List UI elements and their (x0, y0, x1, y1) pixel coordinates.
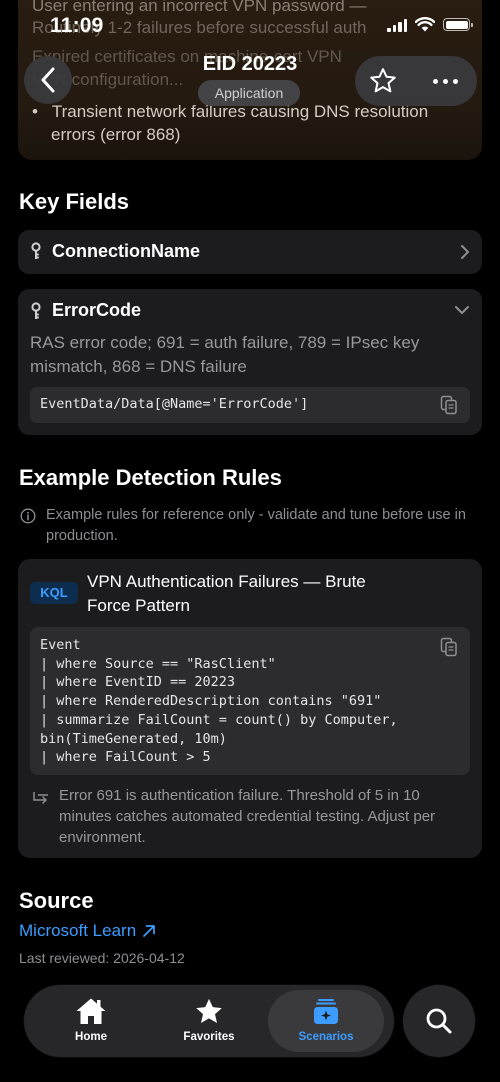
field-description: RAS error code; 691 = auth failure, 789 … (30, 333, 420, 376)
tab-scenarios[interactable]: Scenarios (264, 985, 388, 1057)
tab-label: Favorites (183, 1031, 235, 1043)
detection-rule-card: KQL VPN Authentication Failures — Brute … (18, 559, 482, 858)
ellipsis-icon (432, 78, 438, 84)
magnifying-glass-icon (426, 1008, 452, 1034)
event-type-badge: Application (198, 80, 300, 106)
query-line: | where RenderedDescription contains "69… (40, 693, 382, 710)
tab-bar: Home Favorites Scenarios (24, 985, 394, 1057)
text-indent-icon (33, 792, 48, 804)
scenarios-icon (314, 999, 338, 1024)
chevron-right-icon (461, 245, 469, 259)
field-name: ErrorCode (52, 300, 142, 320)
nav-actions (355, 56, 477, 106)
house-icon (76, 998, 106, 1024)
wifi-icon (415, 17, 435, 32)
query-line: | where FailCount > 5 (40, 749, 211, 766)
star-icon (370, 68, 396, 93)
query-line: | where EventID == 20223 (40, 674, 236, 691)
warning-line: errors (error 868) (51, 125, 181, 144)
more-button[interactable] (427, 65, 463, 97)
search-button[interactable] (403, 985, 475, 1057)
source-heading: Source (19, 888, 94, 913)
tab-label: Scenarios (298, 1031, 354, 1043)
xpath-code-block: EventData/Data[@Name='ErrorCode'] (30, 387, 470, 423)
key-icon (31, 242, 41, 259)
rule-title: VPN Authentication Failures — Brute Forc… (87, 572, 366, 615)
field-card-errorcode[interactable]: ErrorCode RAS error code; 691 = auth fai… (18, 289, 482, 435)
query-line: Event (40, 637, 81, 653)
status-icons (387, 17, 473, 32)
cellular-signal-icon (387, 18, 407, 32)
copy-icon[interactable] (440, 637, 458, 657)
star-icon (196, 998, 222, 1023)
rule-explanation: Error 691 is authentication failure. Thr… (59, 787, 436, 846)
info-icon (20, 508, 36, 524)
status-time: 11:09 (50, 14, 104, 37)
favorite-button[interactable] (367, 65, 399, 97)
query-line: | where Source == "RasClient" (40, 655, 276, 672)
query-code-block: Event | where Source == "RasClient" | wh… (30, 627, 470, 775)
query-line: | summarize FailCount = count() by Compu… (40, 711, 398, 728)
source-link[interactable]: Microsoft Learn (19, 921, 156, 941)
key-icon (31, 302, 41, 319)
chevron-down-icon (455, 306, 469, 314)
copy-icon[interactable] (440, 395, 458, 415)
field-name: ConnectionName (52, 241, 201, 261)
field-row-connectionname[interactable]: ConnectionName (18, 230, 482, 274)
disclaimer-note: Example rules for reference only - valid… (46, 507, 466, 544)
last-reviewed: Last reviewed: 2026-04-12 (19, 950, 185, 966)
external-link-icon (143, 925, 156, 937)
detection-rules-heading: Example Detection Rules (19, 465, 282, 490)
bullet: • (32, 102, 38, 121)
tab-favorites[interactable]: Favorites (147, 985, 271, 1057)
query-line: bin(TimeGenerated, 10m) (40, 730, 227, 747)
language-badge: KQL (30, 582, 78, 604)
battery-icon (443, 18, 473, 31)
xpath-code: EventData/Data[@Name='ErrorCode'] (40, 396, 309, 412)
source-link-label: Microsoft Learn (19, 921, 137, 940)
tab-home[interactable]: Home (29, 985, 153, 1057)
tab-label: Home (75, 1031, 107, 1043)
key-fields-heading: Key Fields (19, 189, 130, 214)
status-bar: 11:09 (0, 0, 500, 56)
